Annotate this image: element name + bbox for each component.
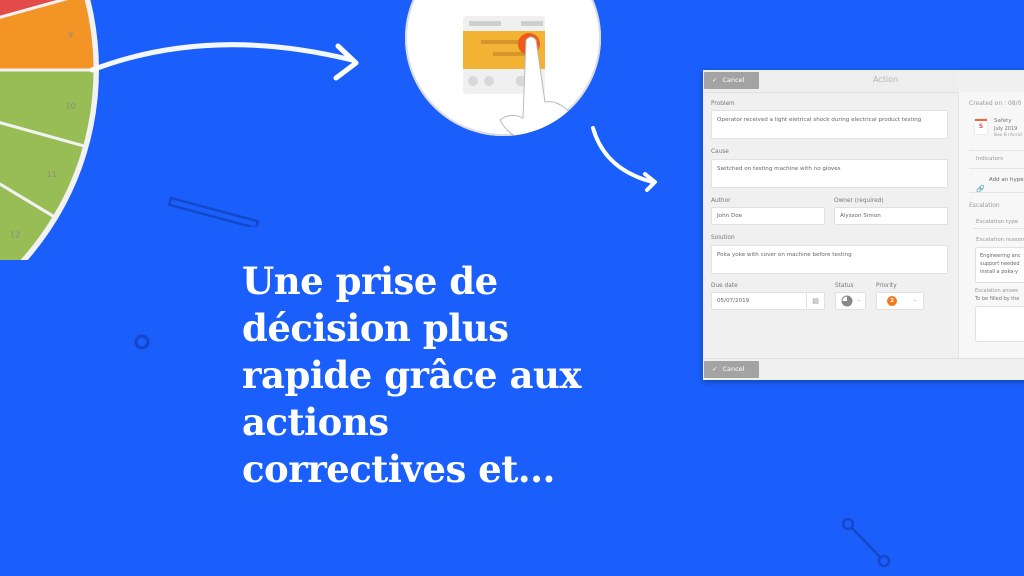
escalation-type-label: Escalation type <box>976 219 1019 225</box>
safety-title: Safety <box>994 118 1012 124</box>
divider <box>969 192 1024 193</box>
escalation-reason-line: install a poka-y <box>980 269 1018 275</box>
escalation-answer-label: Escalation answe <box>975 288 1019 294</box>
check-icon: ✓ <box>712 76 718 84</box>
divider <box>969 150 1024 151</box>
solution-field[interactable]: Poka yoke with cover on machine before t… <box>711 245 948 274</box>
cancel-label: Cancel <box>722 76 745 84</box>
decorative-bar-icon <box>167 196 260 227</box>
due-date-value: 05/07/2019 <box>717 298 750 304</box>
add-hyperlink-label: Add an hype <box>989 177 1024 183</box>
indicators-label: Indicators <box>976 156 1004 162</box>
chevron-down-icon: ⌄ <box>913 297 918 303</box>
escalation-answer-hint: To be filled by the <box>975 296 1020 302</box>
author-field[interactable]: John Doe <box>711 207 825 225</box>
arrow-down-curved-icon <box>591 126 657 192</box>
priority-label: Priority <box>876 283 897 289</box>
panel-title: Action <box>873 75 899 84</box>
wheel-segment-label: 10 <box>66 101 76 110</box>
problem-field[interactable]: Operator received a light eletrical shoc… <box>711 110 948 139</box>
escalation-reason-line: Engineering anc <box>980 253 1021 259</box>
priority-badge: 2 <box>887 296 897 306</box>
status-label: Status <box>835 283 854 289</box>
wheel-segment-label: 9 <box>68 31 73 40</box>
headline: Une prise de décision plus rapide grâce … <box>242 258 582 493</box>
escalation-reason-line: support needed <box>980 261 1020 267</box>
rating-wheel: 678910111213 <box>0 0 99 260</box>
safety-date: July 2019 <box>994 126 1018 132</box>
priority-select[interactable]: 2 ⌄ <box>876 292 924 310</box>
chevron-down-icon: ⌄ <box>857 297 862 303</box>
panel-footer: ✓ Cancel <box>703 358 1024 380</box>
solution-label: Solution <box>711 235 735 241</box>
decorative-connector-icon <box>841 517 891 568</box>
decorative-circle-icon <box>134 334 150 350</box>
headline-line: rapide grâce aux <box>242 353 581 397</box>
headline-line: décision plus <box>242 306 509 350</box>
escalation-reason-label: Escalation reason <box>976 237 1024 243</box>
cancel-button[interactable]: ✓ Cancel <box>704 361 759 378</box>
wheel-segment-label: 12 <box>10 231 20 240</box>
cause-field[interactable]: Switched on testing machine with no glov… <box>711 159 948 188</box>
divider <box>969 168 1024 169</box>
safety-card[interactable]: S Safety July 2019 Box 8 (Accid <box>969 114 1024 144</box>
safety-calendar-icon: S <box>975 119 987 134</box>
side-panel: Created on : 08/0 S Safety July 2019 Box… <box>958 92 1024 358</box>
owner-field[interactable]: Alysson Simon <box>834 207 948 225</box>
cancel-button[interactable]: ✓ Cancel <box>704 72 759 89</box>
due-date-field[interactable]: 05/07/2019 ▤ <box>711 292 825 310</box>
check-icon: ✓ <box>712 365 718 373</box>
problem-label: Problem <box>711 101 735 107</box>
tap-illustration <box>405 0 601 136</box>
escalation-label: Escalation <box>969 202 1000 209</box>
cause-label: Cause <box>711 149 729 155</box>
safety-box: Box 8 (Accid <box>994 133 1022 138</box>
finger-tap-icon <box>463 16 576 136</box>
calendar-icon[interactable]: ▤ <box>806 293 824 309</box>
action-panel: ✓ Cancel Action Problem Operator received… <box>703 70 1024 380</box>
status-select[interactable]: ⌄ <box>835 292 866 310</box>
headline-line: Une prise de <box>242 259 498 303</box>
cancel-label: Cancel <box>722 365 745 373</box>
author-label: Author <box>711 198 731 204</box>
headline-line: correctives et... <box>242 447 555 491</box>
escalation-reason-field[interactable]: Engineering anc support needed install a… <box>975 247 1024 283</box>
headline-line: actions <box>242 400 389 444</box>
status-pie-icon <box>841 295 853 307</box>
arrow-curved-icon <box>90 42 359 81</box>
panel-header: ✓ Cancel Action <box>703 70 958 93</box>
wheel-segment-label: 11 <box>47 170 57 179</box>
divider <box>973 228 1024 229</box>
due-date-label: Due date <box>711 283 738 289</box>
created-on-text: Created on : 08/0 <box>969 100 1022 107</box>
escalation-answer-field[interactable] <box>975 306 1024 342</box>
owner-label: Owner (required) <box>834 198 884 204</box>
